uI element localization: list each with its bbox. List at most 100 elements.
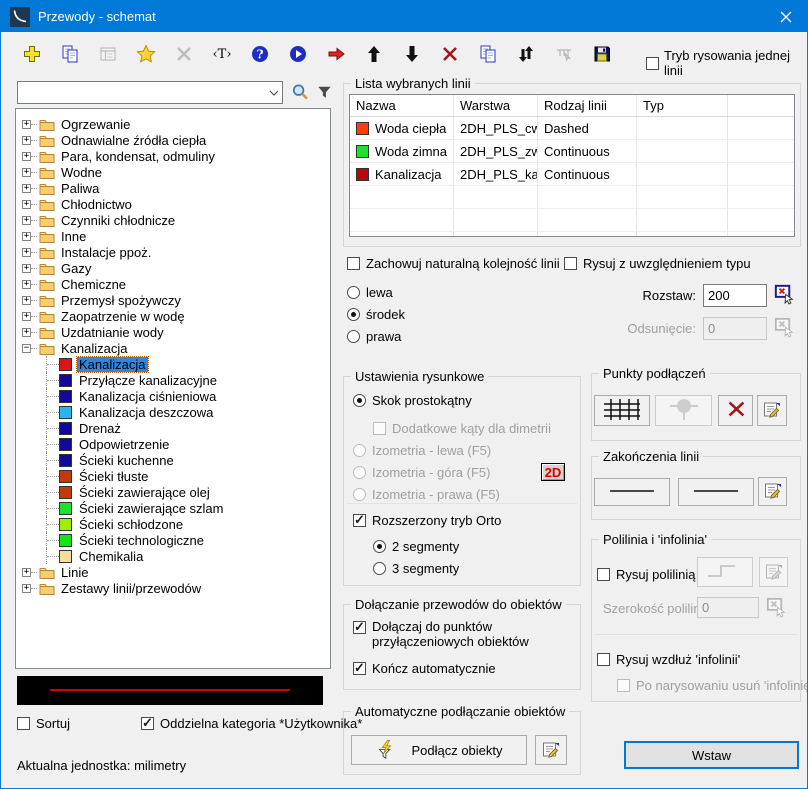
- ortho-step-radio[interactable]: Skok prostokątny: [353, 393, 472, 408]
- column-header[interactable]: Typ: [637, 95, 728, 116]
- expand-icon[interactable]: +: [22, 264, 31, 273]
- checkbox-box[interactable]: [141, 717, 154, 730]
- tree-item[interactable]: +Zestawy linii/przewodów: [16, 580, 330, 596]
- endings-properties-button[interactable]: [758, 477, 787, 506]
- expand-icon[interactable]: +: [22, 280, 31, 289]
- tree-item[interactable]: −Kanalizacja: [16, 340, 330, 356]
- expand-icon[interactable]: +: [22, 168, 31, 177]
- checkbox-box[interactable]: [597, 653, 610, 666]
- column-header[interactable]: [728, 95, 794, 116]
- delete-icon[interactable]: [439, 43, 461, 65]
- search-combobox[interactable]: [17, 81, 283, 104]
- tree-item[interactable]: +Odnawialne źródła ciepła: [16, 132, 330, 148]
- table-row[interactable]: Kanalizacja2DH_PLS_kanContinuous: [350, 163, 794, 186]
- favorite-star-icon[interactable]: [135, 43, 157, 65]
- tree-item[interactable]: +Paliwa: [16, 180, 330, 196]
- expand-icon[interactable]: +: [22, 120, 31, 129]
- expand-icon[interactable]: +: [22, 328, 31, 337]
- tree-item[interactable]: +Uzdatnianie wody: [16, 324, 330, 340]
- checkbox-box[interactable]: [646, 57, 659, 70]
- expand-icon[interactable]: +: [22, 568, 31, 577]
- move-up-icon[interactable]: [363, 43, 385, 65]
- expand-icon[interactable]: +: [22, 200, 31, 209]
- swap-order-icon[interactable]: [515, 43, 537, 65]
- connect-properties-button[interactable]: [535, 735, 567, 765]
- pick-spacing-icon[interactable]: [774, 284, 796, 306]
- expand-icon[interactable]: +: [22, 184, 31, 193]
- tree-item[interactable]: +Przemysł spożywczy: [16, 292, 330, 308]
- align-left-radio[interactable]: lewa: [347, 285, 393, 300]
- line-end-style-button[interactable]: [678, 478, 754, 506]
- segments-3-radio[interactable]: 3 segmenty: [373, 561, 459, 576]
- tree-item[interactable]: Odpowietrzenie: [16, 436, 330, 452]
- tree-item[interactable]: +Inne: [16, 228, 330, 244]
- tree-item[interactable]: +Instalacje ppoż.: [16, 244, 330, 260]
- checkbox-box[interactable]: [353, 662, 366, 675]
- search-icon[interactable]: [290, 82, 311, 106]
- keep-order-checkbox[interactable]: Zachowuj naturalną kolejność linii: [347, 256, 560, 271]
- tree-item[interactable]: Ścieki schłodzone: [16, 516, 330, 532]
- tree-item[interactable]: Przyłącze kanalizacyjne: [16, 372, 330, 388]
- connect-objects-button[interactable]: Podłącz obiekty: [351, 735, 527, 765]
- tree-item[interactable]: +Gazy: [16, 260, 330, 276]
- radio-circle[interactable]: [347, 330, 360, 343]
- tree-item[interactable]: +Czynniki chłodnicze: [16, 212, 330, 228]
- checkbox-box[interactable]: [347, 257, 360, 270]
- auto-end-checkbox[interactable]: Kończ automatycznie: [353, 661, 496, 676]
- expand-icon[interactable]: +: [22, 296, 31, 305]
- align-center-radio[interactable]: środek: [347, 307, 405, 322]
- expand-icon[interactable]: +: [22, 136, 31, 145]
- add-icon[interactable]: [21, 43, 43, 65]
- text-format-icon[interactable]: ‹T›: [211, 43, 233, 65]
- tree-item[interactable]: +Para, kondensat, odmuliny: [16, 148, 330, 164]
- expand-icon[interactable]: +: [22, 216, 31, 225]
- tree-item[interactable]: +Chemiczne: [16, 276, 330, 292]
- align-right-radio[interactable]: prawa: [347, 329, 401, 344]
- checkbox-box[interactable]: [17, 717, 30, 730]
- tree-item[interactable]: Ścieki zawierające olej: [16, 484, 330, 500]
- column-header[interactable]: Nazwa: [350, 95, 454, 116]
- move-down-icon[interactable]: [401, 43, 423, 65]
- expand-icon[interactable]: +: [22, 232, 31, 241]
- tree-item[interactable]: +Zaopatrzenie w wodę: [16, 308, 330, 324]
- draw-along-infoline-checkbox[interactable]: Rysuj wzdłuż 'infolinii': [597, 652, 740, 667]
- checkbox-box[interactable]: [564, 257, 577, 270]
- transfer-right-icon[interactable]: [325, 43, 347, 65]
- table-row[interactable]: Woda ciepła2DH_PLS_cwDashed: [350, 117, 794, 140]
- tree-item[interactable]: +Wodne: [16, 164, 330, 180]
- points-properties-button[interactable]: [757, 395, 787, 426]
- tree-item[interactable]: Ścieki kuchenne: [16, 452, 330, 468]
- checkbox-box[interactable]: [597, 568, 610, 581]
- search-input[interactable]: [18, 83, 266, 102]
- tree-item[interactable]: Kanalizacja deszczowa: [16, 404, 330, 420]
- filter-icon[interactable]: [315, 83, 334, 105]
- draw-with-type-checkbox[interactable]: Rysuj z uwzględnieniem typu: [564, 256, 751, 271]
- radio-circle[interactable]: [373, 540, 386, 553]
- run-icon[interactable]: [287, 43, 309, 65]
- duplicate-icon[interactable]: [477, 43, 499, 65]
- radio-circle[interactable]: [347, 308, 360, 321]
- tree-item[interactable]: Ścieki zawierające szlam: [16, 500, 330, 516]
- sort-checkbox[interactable]: Sortuj: [17, 716, 70, 731]
- tree-item[interactable]: Chemikalia: [16, 548, 330, 564]
- line-start-style-button[interactable]: [594, 478, 670, 506]
- column-header[interactable]: Rodzaj linii: [538, 95, 637, 116]
- expand-icon[interactable]: +: [22, 248, 31, 257]
- collapse-icon[interactable]: −: [22, 344, 31, 353]
- expand-icon[interactable]: +: [22, 584, 31, 593]
- close-icon[interactable]: [765, 1, 807, 32]
- radio-circle[interactable]: [373, 562, 386, 575]
- extended-ortho-checkbox[interactable]: Rozszerzony tryb Orto: [353, 513, 501, 528]
- draw-polyline-checkbox[interactable]: Rysuj polilinią: [597, 567, 695, 582]
- expand-icon[interactable]: +: [22, 152, 31, 161]
- help-icon[interactable]: ?: [249, 43, 271, 65]
- tree-item[interactable]: Ścieki tłuste: [16, 468, 330, 484]
- checkbox-box[interactable]: [353, 621, 366, 634]
- category-tree[interactable]: +Ogrzewanie+Odnawialne źródła ciepła+Par…: [15, 108, 331, 669]
- tree-item[interactable]: +Ogrzewanie: [16, 116, 330, 132]
- radio-circle[interactable]: [353, 394, 366, 407]
- grid-points-button[interactable]: [594, 395, 650, 426]
- save-icon[interactable]: [591, 43, 613, 65]
- radio-circle[interactable]: [347, 286, 360, 299]
- insert-button[interactable]: Wstaw: [624, 741, 799, 769]
